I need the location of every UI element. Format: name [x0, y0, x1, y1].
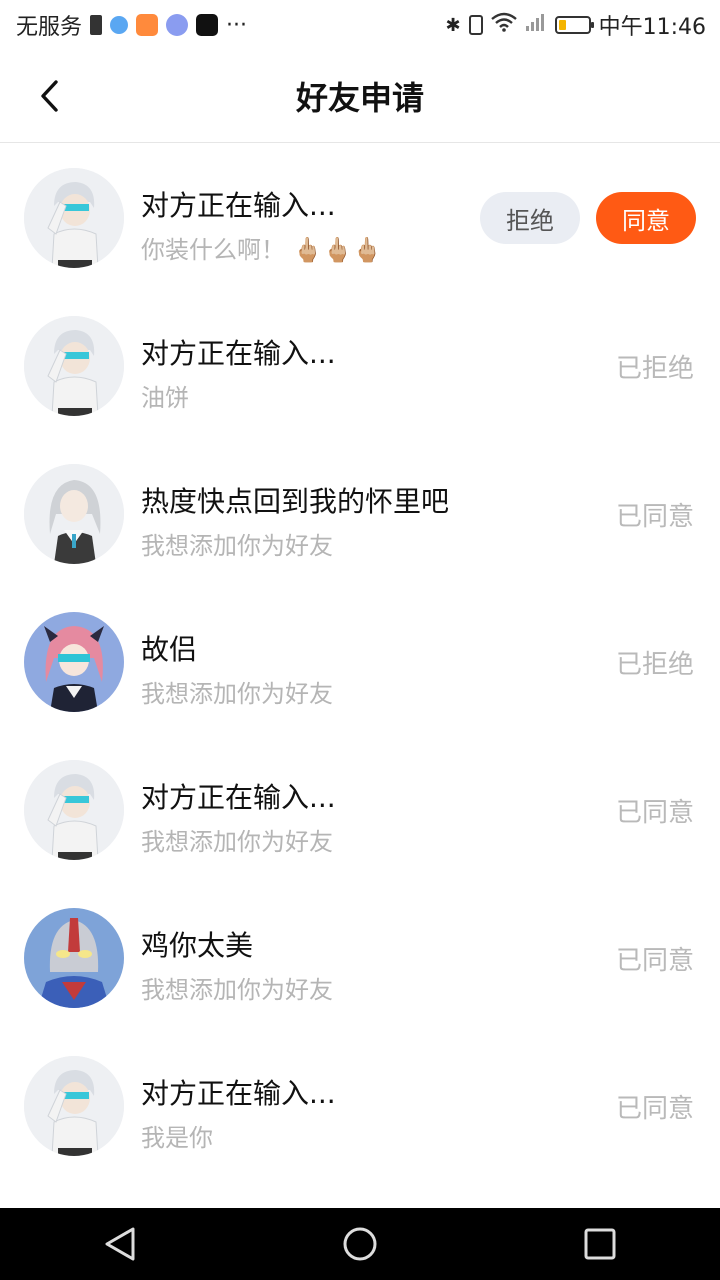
bluetooth-icon: ✱ — [445, 14, 461, 36]
carrier-text: 无服务 — [16, 15, 83, 40]
avatar[interactable] — [24, 760, 124, 860]
request-status: 已同意 — [615, 798, 694, 828]
app-notification-icon-3 — [166, 14, 189, 36]
request-message: 我想添加你为好友 — [141, 680, 333, 708]
app-notification-icon-1 — [110, 16, 129, 34]
request-message: 你装什么啊！ 🖕🏼🖕🏼🖕🏼 — [141, 236, 383, 264]
avatar[interactable] — [24, 316, 124, 416]
back-button[interactable] — [28, 72, 72, 120]
accept-button[interactable]: 同意 — [596, 192, 696, 244]
friend-request-row[interactable]: 故侣 我想添加你为好友 已拒绝 — [0, 588, 720, 736]
request-status: 已拒绝 — [615, 354, 694, 384]
battery-icon — [554, 16, 594, 34]
request-status: 已同意 — [615, 1094, 694, 1124]
requester-name: 对方正在输入... — [141, 781, 336, 814]
request-status: 已拒绝 — [615, 650, 694, 680]
requester-name: 对方正在输入... — [141, 189, 336, 222]
friend-request-row[interactable]: 对方正在输入... 你装什么啊！ 🖕🏼🖕🏼🖕🏼 拒绝 同意 — [0, 144, 720, 292]
app-header: 好友申请 — [0, 50, 720, 143]
request-status: 已同意 — [615, 946, 694, 976]
friend-request-row[interactable]: 对方正在输入... 我是你 已同意 — [0, 1032, 720, 1180]
avatar[interactable] — [24, 908, 124, 1008]
nav-home-button[interactable] — [330, 1214, 390, 1274]
request-message: 我想添加你为好友 — [141, 532, 333, 560]
requester-name: 故侣 — [141, 633, 198, 666]
avatar[interactable] — [24, 612, 124, 712]
triangle-back-icon — [105, 1227, 135, 1261]
clock: 中午11:46 — [598, 15, 706, 40]
requester-name: 热度快点回到我的怀里吧 — [141, 485, 450, 518]
request-message: 油饼 — [141, 384, 189, 412]
request-message: 我是你 — [141, 1124, 213, 1152]
status-bar-left: 无服务 ··· — [16, 9, 247, 41]
request-status: 已同意 — [615, 502, 694, 532]
request-message: 我想添加你为好友 — [141, 976, 333, 1004]
square-recents-icon — [584, 1228, 616, 1260]
avatar[interactable] — [24, 464, 124, 564]
status-bar: 无服务 ··· ✱ 中午11:46 — [0, 0, 720, 50]
app-notification-icon-2 — [136, 14, 159, 36]
friend-request-row[interactable]: 鸡你太美 我想添加你为好友 已同意 — [0, 884, 720, 1032]
tiktok-icon — [196, 14, 219, 36]
nav-back-button[interactable] — [90, 1214, 150, 1274]
sim-alert-icon — [90, 15, 103, 35]
system-nav-bar — [0, 1208, 720, 1280]
nav-recents-button[interactable] — [570, 1214, 630, 1274]
signal-icon — [525, 12, 547, 38]
reject-button[interactable]: 拒绝 — [480, 192, 580, 244]
wifi-icon — [490, 12, 517, 38]
friend-request-list: 对方正在输入... 你装什么啊！ 🖕🏼🖕🏼🖕🏼 拒绝 同意 对方正在输入... … — [0, 144, 720, 1180]
chevron-left-icon — [41, 80, 58, 112]
friend-request-row[interactable]: 对方正在输入... 油饼 已拒绝 — [0, 292, 720, 440]
vibrate-icon — [468, 15, 483, 35]
avatar[interactable] — [24, 168, 124, 268]
requester-name: 鸡你太美 — [141, 929, 254, 962]
friend-request-row[interactable]: 对方正在输入... 我想添加你为好友 已同意 — [0, 736, 720, 884]
status-bar-right: ✱ 中午11:46 — [445, 9, 706, 41]
avatar[interactable] — [24, 1056, 124, 1156]
circle-home-icon — [343, 1227, 377, 1261]
friend-request-row[interactable]: 热度快点回到我的怀里吧 我想添加你为好友 已同意 — [0, 440, 720, 588]
requester-name: 对方正在输入... — [141, 337, 336, 370]
page-title: 好友申请 — [295, 79, 424, 117]
more-notifications-icon: ··· — [226, 12, 247, 38]
request-message: 我想添加你为好友 — [141, 828, 333, 856]
requester-name: 对方正在输入... — [141, 1077, 336, 1110]
